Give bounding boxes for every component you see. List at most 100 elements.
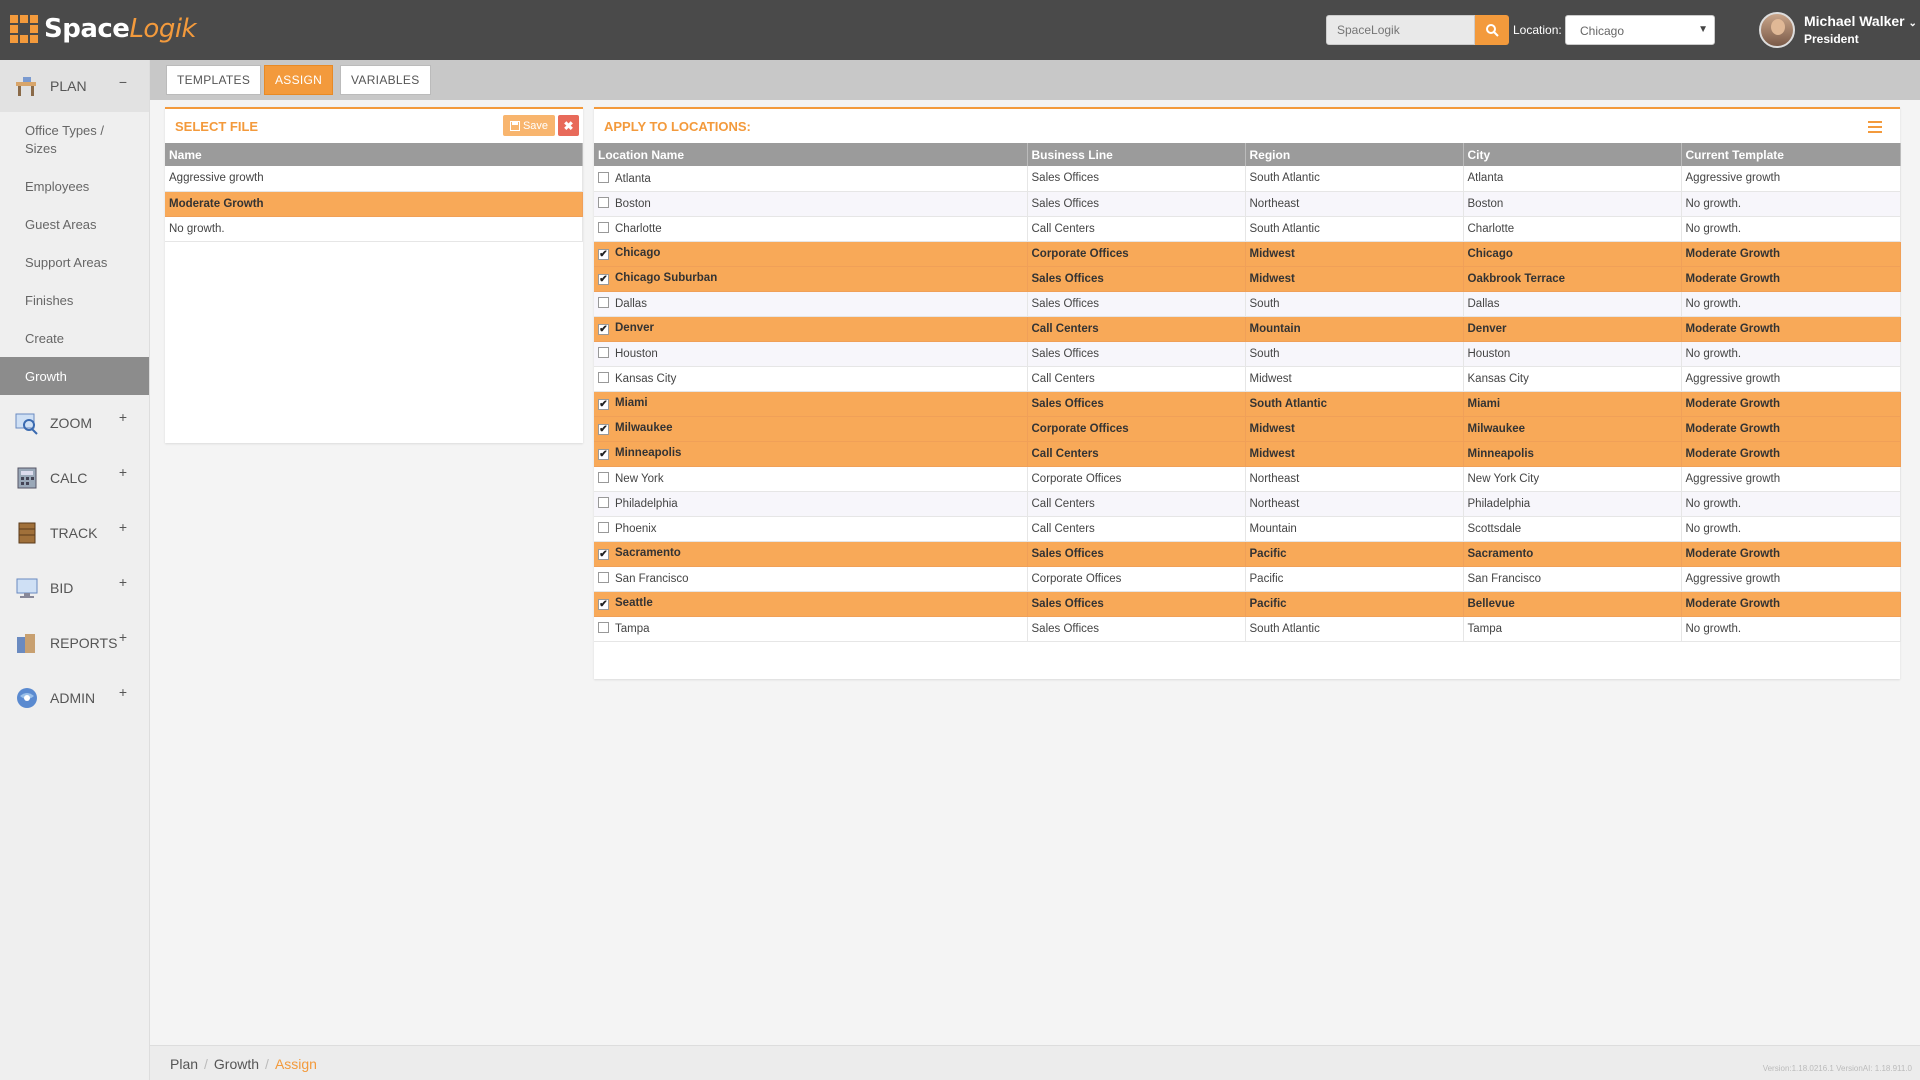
- location-name: Minneapolis: [615, 447, 682, 459]
- location-row[interactable]: Houston Sales Offices South Houston No growt…: [594, 341, 1901, 367]
- region-cell: South Atlantic: [1245, 216, 1464, 242]
- location-row[interactable]: Kansas City Call Centers Midwest Kansas Cit…: [594, 366, 1901, 392]
- location-row[interactable]: Phoenix Call Centers Mountain Scottsdale No …: [594, 516, 1901, 542]
- save-icon: [509, 120, 520, 131]
- cabinet-icon: [18, 522, 36, 543]
- tab-assign[interactable]: ASSIGN: [264, 65, 334, 95]
- sidebar-section-admin[interactable]: ADMIN +: [0, 670, 149, 725]
- search-button[interactable]: [1475, 15, 1509, 45]
- sidebar-section-zoom[interactable]: ZOOM +: [0, 395, 149, 450]
- location-checkbox[interactable]: ✔: [598, 399, 609, 410]
- location-name: Houston: [615, 348, 658, 360]
- region-cell: South Atlantic: [1245, 616, 1464, 642]
- location-row[interactable]: New York Corporate Offices Northeast New Yo…: [594, 466, 1901, 492]
- sidebar-section-bid[interactable]: BID +: [0, 560, 149, 615]
- tab-templates[interactable]: TEMPLATES: [166, 65, 262, 95]
- location-checkbox[interactable]: [598, 171, 609, 183]
- location-checkbox[interactable]: [598, 572, 609, 583]
- sidebar-item-create[interactable]: Create: [0, 319, 149, 357]
- location-row[interactable]: ✔ Denver Call Centers Mountain Denver Moderat…: [594, 316, 1901, 342]
- location-checkbox[interactable]: [598, 372, 609, 383]
- location-checkbox[interactable]: ✔: [598, 599, 609, 610]
- delete-button[interactable]: ✖: [558, 115, 579, 136]
- location-row[interactable]: Tampa Sales Offices South Atlantic Tampa No …: [594, 616, 1901, 642]
- region-cell: Midwest: [1245, 441, 1464, 467]
- location-name: San Francisco: [615, 573, 689, 585]
- breadcrumb-growth[interactable]: Growth: [214, 1056, 259, 1072]
- location-row[interactable]: ✔ Miami Sales Offices South Atlantic Miami Mo…: [594, 391, 1901, 417]
- location-row[interactable]: ✔ Sacramento Sales Offices Pacific Sacrament…: [594, 541, 1901, 567]
- location-checkbox[interactable]: [598, 497, 609, 508]
- business-line-cell: Sales Offices: [1027, 391, 1246, 417]
- city-cell: Bellevue: [1463, 591, 1682, 617]
- location-checkbox[interactable]: [598, 622, 609, 633]
- sidebar-section-plan[interactable]: PLAN −: [0, 60, 149, 112]
- location-row[interactable]: San Francisco Corporate Offices Pacific San…: [594, 566, 1901, 592]
- business-line-cell: Corporate Offices: [1027, 566, 1246, 592]
- location-checkbox[interactable]: ✔: [598, 449, 609, 460]
- location-checkbox[interactable]: [598, 472, 609, 483]
- location-row[interactable]: ✔ Chicago Suburban Sales Offices Midwest Oak…: [594, 266, 1901, 292]
- search-input[interactable]: [1326, 15, 1475, 45]
- expand-icon[interactable]: +: [119, 409, 127, 425]
- breadcrumb-plan[interactable]: Plan: [170, 1056, 198, 1072]
- file-row[interactable]: Moderate Growth: [165, 191, 583, 217]
- location-checkbox[interactable]: ✔: [598, 249, 609, 260]
- location-checkbox[interactable]: [598, 197, 609, 208]
- location-row[interactable]: ✔ Milwaukee Corporate Offices Midwest Milwau…: [594, 416, 1901, 442]
- expand-icon[interactable]: +: [119, 684, 127, 700]
- city-cell: Boston: [1463, 191, 1682, 217]
- location-select[interactable]: Chicago ▼: [1565, 15, 1715, 45]
- location-checkbox[interactable]: [598, 222, 609, 233]
- location-checkbox[interactable]: [598, 297, 609, 308]
- location-row[interactable]: Boston Sales Offices Northeast Boston No gro…: [594, 191, 1901, 217]
- logo[interactable]: SpaceLogik: [10, 14, 197, 44]
- location-checkbox[interactable]: ✔: [598, 424, 609, 435]
- column-header-location-name[interactable]: Location Name: [594, 143, 1028, 166]
- column-header-name: Name: [165, 143, 583, 166]
- expand-icon[interactable]: +: [119, 574, 127, 590]
- location-row[interactable]: ✔ Minneapolis Call Centers Midwest Minneapol…: [594, 441, 1901, 467]
- menu-icon[interactable]: [1868, 121, 1882, 136]
- select-file-title: SELECT FILE: [175, 119, 259, 134]
- sidebar-item-office-types[interactable]: Office Types / Sizes: [0, 112, 149, 167]
- file-row[interactable]: Aggressive growth: [165, 166, 583, 192]
- column-header-region[interactable]: Region: [1245, 143, 1464, 166]
- location-checkbox[interactable]: [598, 522, 609, 533]
- expand-icon[interactable]: +: [119, 464, 127, 480]
- sidebar-item-support-areas[interactable]: Support Areas: [0, 243, 149, 281]
- sidebar-item-growth[interactable]: Growth: [0, 357, 149, 395]
- expand-icon[interactable]: +: [119, 519, 127, 535]
- region-cell: Midwest: [1245, 366, 1464, 392]
- location-checkbox[interactable]: ✔: [598, 324, 609, 335]
- region-cell: South Atlantic: [1245, 391, 1464, 417]
- column-header-city[interactable]: City: [1463, 143, 1682, 166]
- location-row[interactable]: Charlotte Call Centers South Atlantic Charl…: [594, 216, 1901, 242]
- sidebar-item-finishes[interactable]: Finishes: [0, 281, 149, 319]
- sidebar-item-guest-areas[interactable]: Guest Areas: [0, 205, 149, 243]
- collapse-icon[interactable]: −: [119, 74, 127, 90]
- column-header-business-line[interactable]: Business Line: [1027, 143, 1246, 166]
- location-row[interactable]: Atlanta Sales Offices South Atlantic Atlant…: [594, 166, 1901, 192]
- save-button[interactable]: Save: [503, 115, 555, 136]
- expand-icon[interactable]: +: [119, 629, 127, 645]
- sidebar-section-reports[interactable]: REPORTS +: [0, 615, 149, 670]
- location-row[interactable]: Dallas Sales Offices South Dallas No growth.: [594, 291, 1901, 317]
- tab-variables[interactable]: VARIABLES: [340, 65, 431, 95]
- location-row[interactable]: Philadelphia Call Centers Northeast Philade…: [594, 491, 1901, 517]
- file-row[interactable]: No growth.: [165, 216, 583, 242]
- sidebar: PLAN − Office Types / Sizes Employees Gu…: [0, 60, 150, 1080]
- sidebar-item-employees[interactable]: Employees: [0, 167, 149, 205]
- location-row[interactable]: ✔ Chicago Corporate Offices Midwest Chicago M…: [594, 241, 1901, 267]
- user-name[interactable]: Michael Walker ⌄: [1804, 13, 1917, 29]
- location-checkbox[interactable]: ✔: [598, 549, 609, 560]
- sidebar-section-calc[interactable]: CALC +: [0, 450, 149, 505]
- location-row[interactable]: ✔ Seattle Sales Offices Pacific Bellevue Mode…: [594, 591, 1901, 617]
- sidebar-section-track[interactable]: TRACK +: [0, 505, 149, 560]
- location-name: Denver: [615, 322, 654, 334]
- location-checkbox[interactable]: [598, 347, 609, 358]
- city-cell: Sacramento: [1463, 541, 1682, 567]
- avatar[interactable]: [1759, 12, 1795, 48]
- column-header-current-template[interactable]: Current Template: [1681, 143, 1901, 166]
- location-checkbox[interactable]: ✔: [598, 274, 609, 285]
